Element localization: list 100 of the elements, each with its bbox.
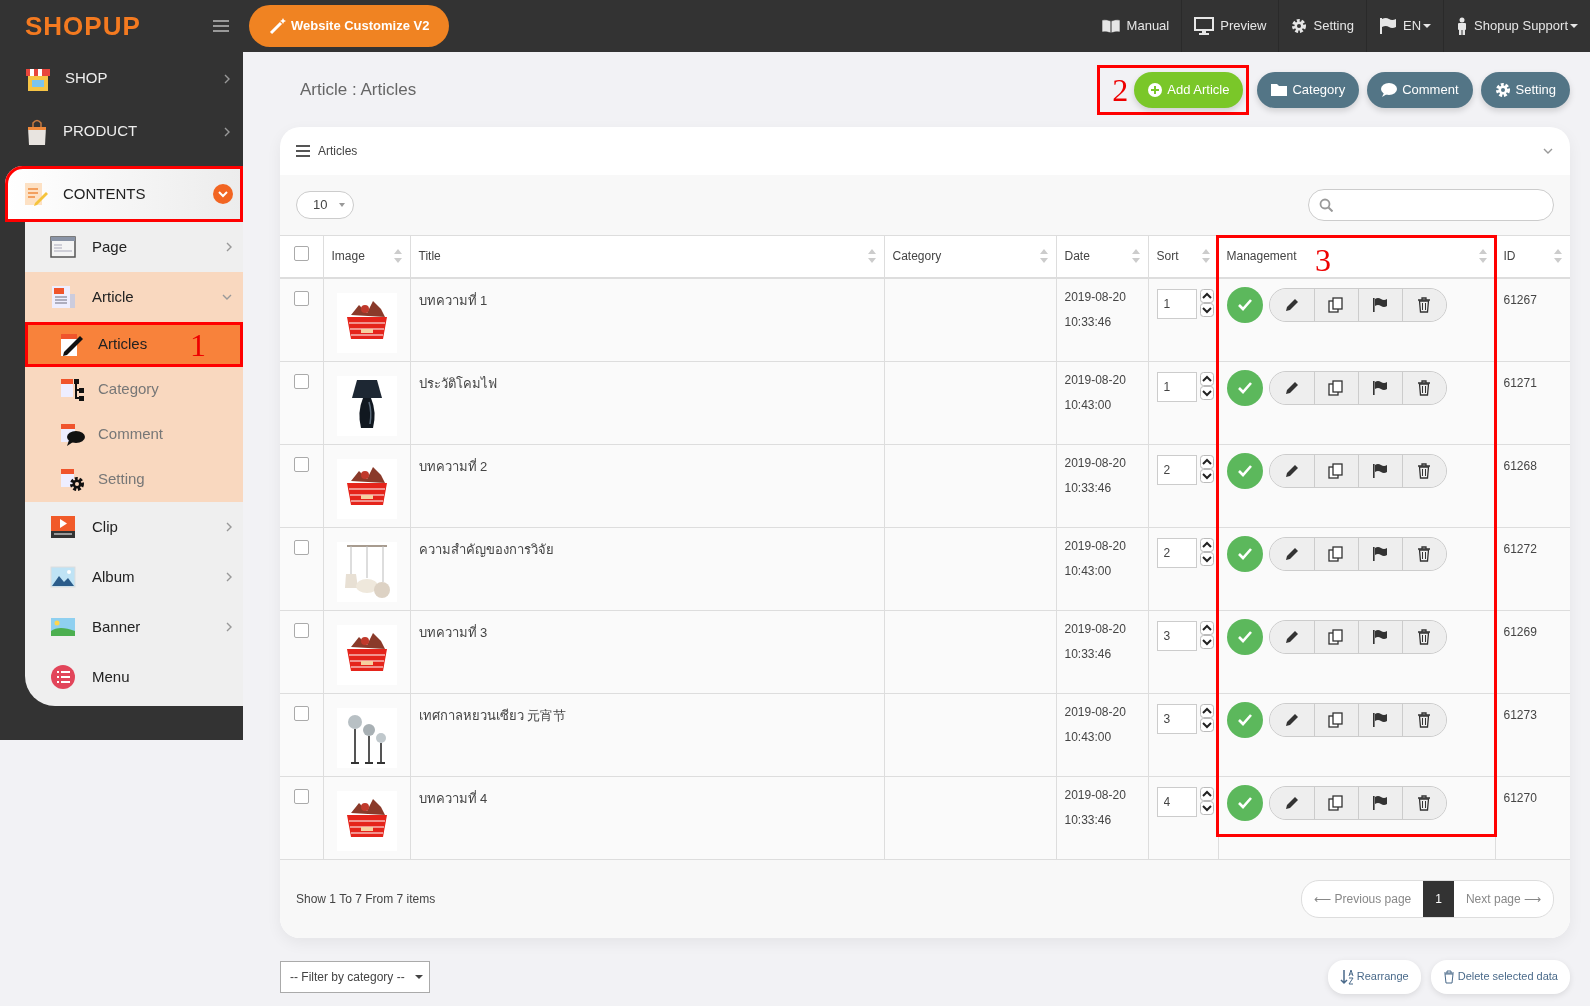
date-text: 2019-08-20 — [1064, 454, 1127, 472]
row-checkbox[interactable] — [293, 705, 309, 721]
publish-toggle[interactable] — [1226, 784, 1263, 821]
sort-field[interactable]: 4 — [1156, 786, 1197, 817]
sidebar-item[interactable]: Album — [25, 552, 243, 602]
column-header[interactable]: Category — [884, 235, 1056, 278]
time-text: 10:33:46 — [1064, 479, 1113, 497]
sidebar-subitem[interactable]: Articles 1 — [25, 322, 243, 367]
pagination-link[interactable]: Next page ⟶ — [1453, 880, 1553, 917]
time-text: 10:43:00 — [1064, 728, 1113, 746]
chevron-down-icon[interactable] — [1199, 385, 1214, 400]
chevron-up-icon[interactable] — [1199, 620, 1214, 635]
sidebar-item[interactable]: Clip — [25, 502, 243, 552]
category-filter-select[interactable]: -- Filter by category -- — [280, 960, 430, 993]
search-icon — [1319, 198, 1333, 212]
menu-icon[interactable] — [213, 19, 229, 33]
sidebar-item[interactable]: Article — [25, 272, 243, 322]
card-title: Articles — [318, 143, 358, 160]
column-header[interactable]: Date — [1056, 235, 1148, 278]
column-header[interactable]: Image — [323, 235, 410, 278]
pagination-link[interactable]: 1 — [1423, 880, 1454, 917]
sort-field[interactable]: 3 — [1156, 620, 1197, 651]
page-size-select[interactable]: 10 — [296, 191, 354, 219]
delete-button[interactable] — [1401, 454, 1446, 487]
publish-toggle[interactable] — [1226, 452, 1263, 489]
sort-field[interactable]: 1 — [1156, 371, 1197, 402]
action-button[interactable]: Category — [1257, 71, 1360, 108]
delete-button[interactable] — [1401, 288, 1446, 321]
dropdown-toggle-link[interactable]: Shopup Support — [1443, 0, 1590, 52]
table-cell: 61270 — [1495, 776, 1570, 859]
delete-button[interactable] — [1401, 371, 1446, 404]
action-button[interactable]: Setting — [1480, 71, 1570, 108]
chevron-up-icon[interactable] — [1199, 288, 1214, 303]
chevron-up-icon[interactable] — [1199, 786, 1214, 801]
table-cell: 61267 — [1495, 277, 1570, 361]
sidebar-item[interactable]: CONTENTS — [5, 166, 243, 222]
delete-button[interactable] — [1401, 537, 1446, 570]
date-text: 2019-08-20 — [1064, 537, 1127, 555]
trash-icon — [1416, 711, 1432, 728]
chevron-up-icon[interactable] — [1199, 703, 1214, 718]
nav-link[interactable]: Preview — [1181, 0, 1279, 52]
publish-toggle[interactable] — [1226, 286, 1263, 323]
chevron-down-icon[interactable] — [1199, 800, 1214, 815]
delete-selected-button[interactable]: Delete selected data — [1430, 959, 1570, 994]
chevron-down-icon[interactable] — [1199, 468, 1214, 483]
document-icon — [50, 284, 76, 310]
chevron-up-icon[interactable] — [1199, 371, 1214, 386]
row-checkbox[interactable] — [293, 373, 309, 389]
row-checkbox[interactable] — [293, 539, 309, 555]
pagination-link[interactable]: ⟵ Previous page — [1302, 880, 1424, 917]
chevron-down-icon[interactable] — [1199, 302, 1214, 317]
nav-link[interactable]: Manual — [1088, 0, 1182, 52]
search-field[interactable] — [1308, 189, 1554, 221]
chevron-up-icon[interactable] — [1199, 454, 1214, 469]
caret-icon — [1570, 24, 1578, 28]
action-button[interactable]: Comment — [1367, 71, 1473, 108]
row-checkbox[interactable] — [293, 290, 309, 306]
row-checkbox[interactable] — [293, 456, 309, 472]
breadcrumb: Article : Articles — [299, 78, 417, 101]
sort-field[interactable]: 2 — [1156, 454, 1197, 485]
publish-toggle[interactable] — [1226, 701, 1263, 738]
date-text: 2019-08-20 — [1064, 620, 1127, 638]
sidebar-item[interactable]: Menu — [25, 652, 243, 702]
flag-icon — [1378, 18, 1397, 34]
dropdown-toggle-link[interactable]: EN — [1365, 0, 1444, 52]
person-icon — [1456, 17, 1469, 35]
sidebar-item[interactable]: Page — [25, 222, 243, 272]
folder-icon — [1271, 83, 1288, 96]
delete-button[interactable] — [1401, 786, 1446, 819]
column-header[interactable]: ID — [1495, 235, 1570, 278]
chevron-down-icon[interactable] — [1199, 634, 1214, 649]
row-checkbox[interactable] — [293, 788, 309, 804]
sidebar-item[interactable]: Banner — [25, 602, 243, 652]
chevron-up-icon[interactable] — [1199, 537, 1214, 552]
logo[interactable]: SHOPUP — [25, 6, 141, 46]
date-text: 2019-08-20 — [1064, 703, 1127, 721]
publish-toggle[interactable] — [1226, 535, 1263, 572]
table-cell: บทความที่ 1 — [410, 277, 884, 361]
sidebar-item[interactable]: PRODUCT — [0, 105, 243, 158]
row-checkbox[interactable] — [293, 622, 309, 638]
pencil-icon — [1283, 462, 1300, 479]
delete-button[interactable] — [1401, 703, 1446, 736]
sidebar-item[interactable]: SHOP — [0, 52, 243, 105]
rearrange-button[interactable]: Rearrange — [1327, 959, 1421, 994]
sort-field[interactable]: 2 — [1156, 537, 1197, 568]
nav-link[interactable]: Setting — [1278, 0, 1366, 52]
publish-toggle[interactable] — [1226, 369, 1263, 406]
sort-field[interactable]: 1 — [1156, 288, 1197, 319]
publish-toggle[interactable] — [1226, 618, 1263, 655]
check-icon — [1236, 463, 1253, 478]
column-header[interactable]: Sort — [1148, 235, 1218, 278]
pencil-icon — [1283, 296, 1300, 313]
column-header[interactable]: Title — [410, 235, 884, 278]
chevron-down-icon[interactable] — [1199, 717, 1214, 732]
select-all-checkbox[interactable] — [293, 246, 309, 262]
sort-field[interactable]: 3 — [1156, 703, 1197, 734]
delete-button[interactable] — [1401, 620, 1446, 653]
chevron-down-icon[interactable] — [1199, 551, 1214, 566]
time-text: 10:33:46 — [1064, 313, 1113, 331]
copy-icon — [1328, 545, 1344, 562]
